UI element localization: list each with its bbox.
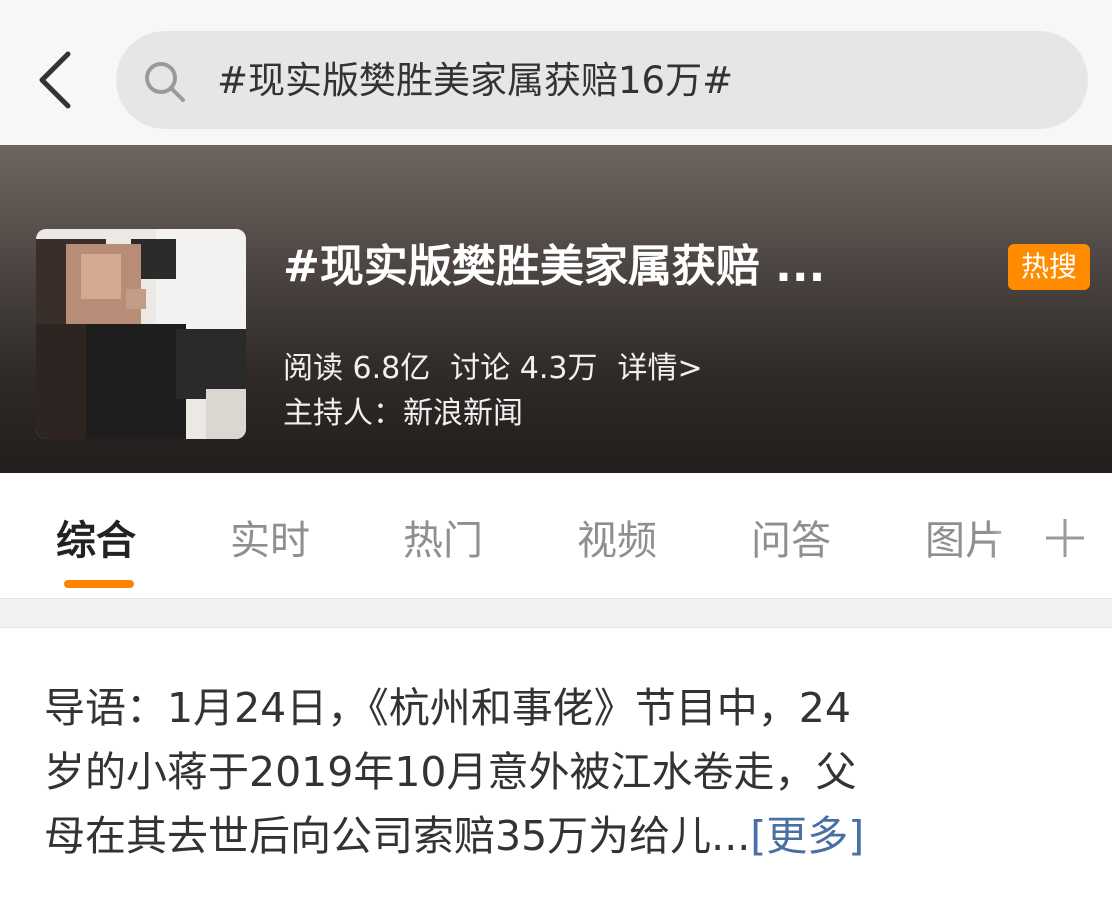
- tab-bar: 综合 实时 热门 视频 问答 图片: [0, 473, 1112, 598]
- search-query-text[interactable]: #现实版樊胜美家属获赔16万#: [217, 54, 733, 108]
- plus-icon: [1046, 519, 1084, 557]
- add-tab-button[interactable]: [1040, 513, 1090, 563]
- details-link[interactable]: 详情>: [618, 351, 703, 386]
- discussion-count: 讨论 4.3万: [450, 351, 598, 386]
- hot-search-badge: 热搜: [1008, 244, 1090, 290]
- tabs-fade-overlay: [990, 503, 1040, 583]
- intro-line-text: 母在其去世后向公司索赔35万为给儿...: [44, 812, 751, 860]
- topic-thumbnail[interactable]: [36, 229, 246, 439]
- topic-thumbnail-image: [36, 229, 246, 439]
- intro-line: 导语：1月24日，《杭州和事佬》节目中，24: [44, 684, 851, 732]
- topic-intro: 导语：1月24日，《杭州和事佬》节目中，24 岁的小蒋于2019年10月意外被江…: [44, 676, 1084, 868]
- tab-hot[interactable]: 热门: [403, 514, 483, 568]
- intro-line: 母在其去世后向公司索赔35万为给儿...[更多]: [44, 804, 1084, 868]
- topic-header: #现实版樊胜美家属获赔 ... 热搜 阅读 6.8亿 讨论 4.3万 详情> 主持人…: [0, 145, 1112, 473]
- intro-line: 岁的小蒋于2019年10月意外被江水卷走，父: [44, 748, 857, 796]
- topic-title: #现实版樊胜美家属获赔 ...: [283, 241, 826, 292]
- more-link[interactable]: [更多]: [750, 812, 864, 860]
- tab-video[interactable]: 视频: [577, 514, 657, 568]
- tab-realtime[interactable]: 实时: [230, 514, 310, 568]
- topic-host: 主持人：新浪新闻: [283, 396, 523, 431]
- tab-qa[interactable]: 问答: [751, 514, 831, 568]
- top-bar: #现实版樊胜美家属获赔16万#: [0, 0, 1112, 145]
- topic-stats: 阅读 6.8亿 讨论 4.3万 详情>: [283, 348, 723, 390]
- section-divider: [0, 598, 1112, 628]
- search-icon: [145, 62, 185, 102]
- back-arrow-icon: [39, 51, 71, 109]
- tab-comprehensive[interactable]: 综合: [56, 514, 136, 568]
- back-button[interactable]: [30, 48, 84, 112]
- read-count: 阅读 6.8亿: [283, 351, 431, 386]
- active-tab-indicator: [64, 580, 134, 588]
